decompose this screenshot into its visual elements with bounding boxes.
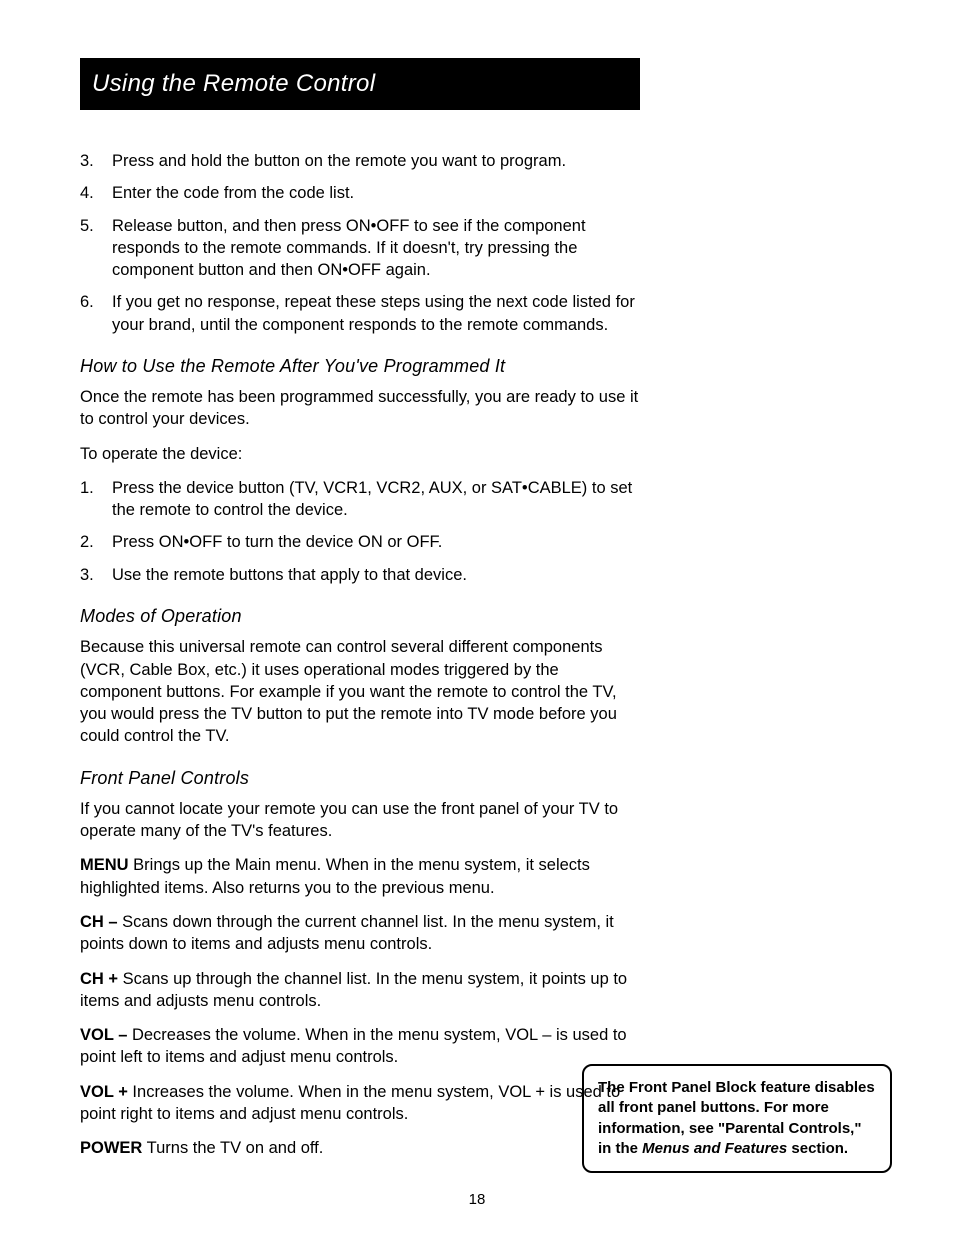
operate-intro: Once the remote has been programmed succ… bbox=[80, 386, 640, 431]
step-text: Press ON•OFF to turn the device ON or OF… bbox=[112, 531, 640, 553]
list-item: 3. Use the remote buttons that apply to … bbox=[80, 564, 640, 586]
list-item: 4. Enter the code from the code list. bbox=[80, 182, 640, 204]
panel-label: CH – bbox=[80, 913, 118, 931]
panel-label: CH + bbox=[80, 970, 118, 988]
panel-desc: Increases the volume. When in the menu s… bbox=[80, 1083, 620, 1123]
panel-item: VOL – Decreases the volume. When in the … bbox=[80, 1024, 640, 1069]
continued-steps-list: 3. Press and hold the button on the remo… bbox=[80, 150, 640, 336]
note-box: The Front Panel Block feature disables a… bbox=[582, 1064, 892, 1173]
step-number: 2. bbox=[80, 531, 112, 553]
list-item: 2. Press ON•OFF to turn the device ON or… bbox=[80, 531, 640, 553]
operate-steps-list: 1. Press the device button (TV, VCR1, VC… bbox=[80, 477, 640, 586]
panel-desc: Turns the TV on and off. bbox=[142, 1139, 323, 1157]
step-text: Press the device button (TV, VCR1, VCR2,… bbox=[112, 477, 640, 522]
section-heading-panel: Front Panel Controls bbox=[80, 766, 640, 790]
note-italic: Menus and Features bbox=[642, 1140, 787, 1157]
list-item: 5. Release button, and then press ON•OFF… bbox=[80, 215, 640, 282]
step-text: Release button, and then press ON•OFF to… bbox=[112, 215, 640, 282]
step-number: 5. bbox=[80, 215, 112, 282]
panel-item: CH + Scans up through the channel list. … bbox=[80, 968, 640, 1013]
step-number: 1. bbox=[80, 477, 112, 522]
modes-para: Because this universal remote can contro… bbox=[80, 636, 640, 747]
panel-label: POWER bbox=[80, 1139, 142, 1157]
panel-item: CH – Scans down through the current chan… bbox=[80, 911, 640, 956]
panel-desc: Scans down through the current channel l… bbox=[80, 913, 614, 953]
list-item: 6. If you get no response, repeat these … bbox=[80, 291, 640, 336]
step-number: 3. bbox=[80, 150, 112, 172]
list-item: 3. Press and hold the button on the remo… bbox=[80, 150, 640, 172]
panel-intro: If you cannot locate your remote you can… bbox=[80, 798, 640, 843]
panel-desc: Scans up through the channel list. In th… bbox=[80, 970, 627, 1010]
note-text-after: section. bbox=[787, 1140, 848, 1157]
main-column: 3. Press and hold the button on the remo… bbox=[80, 150, 640, 1159]
step-number: 6. bbox=[80, 291, 112, 336]
page-number: 18 bbox=[469, 1190, 486, 1210]
panel-label: VOL + bbox=[80, 1083, 128, 1101]
panel-desc: Brings up the Main menu. When in the men… bbox=[80, 856, 590, 896]
step-text: Press and hold the button on the remote … bbox=[112, 150, 640, 172]
step-text: Use the remote buttons that apply to tha… bbox=[112, 564, 640, 586]
panel-label: MENU bbox=[80, 856, 129, 874]
step-number: 4. bbox=[80, 182, 112, 204]
panel-item: POWER Turns the TV on and off. bbox=[80, 1137, 640, 1159]
step-text: Enter the code from the code list. bbox=[112, 182, 640, 204]
panel-item: VOL + Increases the volume. When in the … bbox=[80, 1081, 640, 1126]
chapter-header: Using the Remote Control bbox=[80, 58, 640, 110]
section-heading-operate: How to Use the Remote After You've Progr… bbox=[80, 354, 640, 378]
section-heading-modes: Modes of Operation bbox=[80, 604, 640, 628]
chapter-title: Using the Remote Control bbox=[92, 68, 375, 100]
panel-item: MENU Brings up the Main menu. When in th… bbox=[80, 854, 640, 899]
list-item: 1. Press the device button (TV, VCR1, VC… bbox=[80, 477, 640, 522]
step-number: 3. bbox=[80, 564, 112, 586]
step-text: If you get no response, repeat these ste… bbox=[112, 291, 640, 336]
panel-label: VOL – bbox=[80, 1026, 132, 1044]
panel-desc: Decreases the volume. When in the menu s… bbox=[80, 1026, 627, 1066]
operate-lead: To operate the device: bbox=[80, 443, 640, 465]
